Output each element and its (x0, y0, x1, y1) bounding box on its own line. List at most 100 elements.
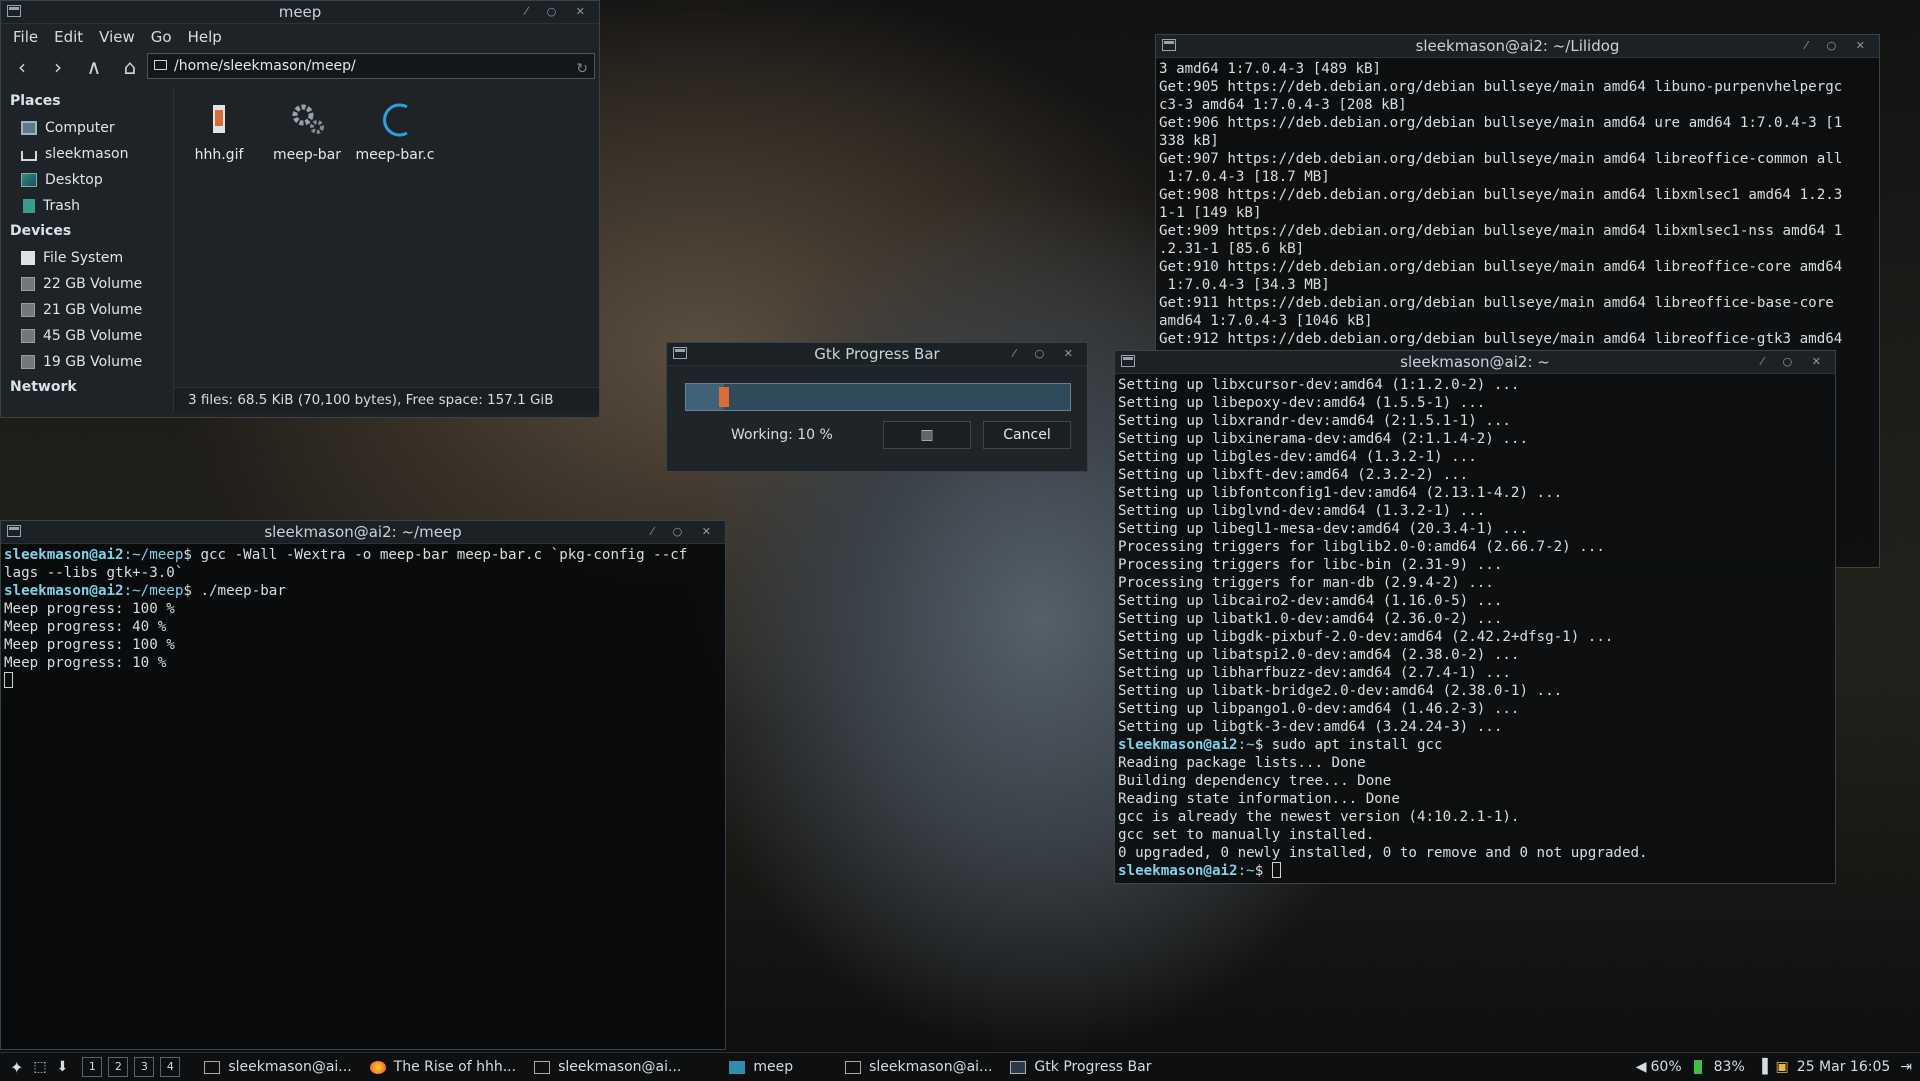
network-signal-icon[interactable]: ▐ (1757, 1059, 1768, 1075)
back-icon[interactable]: ‹ (11, 55, 33, 79)
output-line: Reading state information... Done (1118, 791, 1400, 807)
task-firefox[interactable]: The Rise of hhh... (369, 1059, 516, 1075)
file-item-meep-bar-c[interactable]: meep-bar.c (350, 99, 440, 163)
output-line: 3 amd64 1:7.0.4-3 [489 kB] (1159, 61, 1382, 77)
output-line: Processing triggers for libglib2.0-0:amd… (1118, 539, 1605, 555)
terminal-output[interactable]: Setting up libxcursor-dev:amd64 (1:1.2.0… (1115, 374, 1835, 882)
window-list-icon[interactable]: ⬚ (33, 1059, 46, 1075)
task-progress-dialog[interactable]: Gtk Progress Bar (1010, 1059, 1151, 1075)
prompt-path: :~/meep (123, 583, 184, 599)
fm-statusbar: 3 files: 68.5 KiB (70,100 bytes), Free s… (174, 387, 599, 411)
download-icon[interactable]: ⬇ (57, 1059, 69, 1075)
up-icon[interactable]: ∧ (83, 55, 105, 79)
sidebar-item-computer[interactable]: Computer (1, 115, 173, 141)
window-controls[interactable]: ⁄ ○ ✕ (1013, 343, 1081, 365)
info-button[interactable]: ▥ (883, 421, 971, 449)
window-controls[interactable]: ⁄ ○ ✕ (651, 521, 719, 543)
workspace-3[interactable]: 3 (134, 1057, 155, 1077)
output-line: Meep progress: 10 % (4, 655, 167, 671)
sidebar-item-volume-45[interactable]: 45 GB Volume (1, 323, 173, 349)
sidebar-item-volume-19[interactable]: 19 GB Volume (1, 349, 173, 375)
menu-go[interactable]: Go (151, 28, 172, 46)
sidebar-item-filesystem[interactable]: File System (1, 245, 173, 271)
dialog-titlebar[interactable]: Gtk Progress Bar ⁄ ○ ✕ (667, 343, 1087, 366)
progress-dialog[interactable]: Gtk Progress Bar ⁄ ○ ✕ Working: 10 % ▥ C… (666, 342, 1088, 472)
file-name: meep-bar.c (355, 147, 435, 163)
terminal-titlebar[interactable]: sleekmason@ai2: ~/Lilidog ⁄ ○ ✕ (1156, 35, 1879, 58)
output-line: Setting up libepoxy-dev:amd64 (1.5.5-1) … (1118, 395, 1486, 411)
task-terminal-3[interactable]: sleekmason@ai... (845, 1059, 992, 1075)
window-controls[interactable]: ⁄ ○ ✕ (1761, 351, 1829, 373)
file-name: hhh.gif (194, 147, 244, 163)
clock: 25 Mar 16:05 (1796, 1059, 1891, 1075)
terminal-output[interactable]: 3 amd64 1:7.0.4-3 [489 kB] Get:905 https:… (1156, 58, 1879, 368)
terminal-icon (1121, 355, 1135, 367)
taskbar: ✦ ⬚ ⬇ 1 2 3 4 sleekmason@ai... The Rise … (0, 1052, 1920, 1081)
sidebar-item-home[interactable]: sleekmason (1, 141, 173, 167)
task-terminal-1[interactable]: sleekmason@ai... (204, 1059, 352, 1075)
menu-help[interactable]: Help (188, 28, 222, 46)
workspace-2[interactable]: 2 (108, 1057, 129, 1077)
output-line: lags --libs gtk+-3.0` (4, 565, 184, 581)
prompt-cmd: $ sudo apt install gcc (1254, 737, 1443, 753)
file-manager-window[interactable]: meep ⁄ ○ ✕ File Edit View Go Help ‹ › ∧ … (0, 0, 600, 418)
file-item-meep-bar[interactable]: meep-bar (262, 99, 352, 163)
window-controls[interactable]: ⁄ ○ ✕ (1805, 35, 1873, 57)
menu-view[interactable]: View (99, 28, 135, 46)
terminal-window-meep[interactable]: sleekmason@ai2: ~/meep ⁄ ○ ✕ sleekmason@… (0, 520, 726, 1050)
location-bar[interactable]: /home/sleekmason/meep/ ↻ (147, 53, 595, 79)
terminal-titlebar[interactable]: sleekmason@ai2: ~ ⁄ ○ ✕ (1115, 351, 1835, 374)
window-icon (7, 5, 21, 17)
output-line: Reading package lists... Done (1118, 755, 1366, 771)
fm-menubar: File Edit View Go Help (1, 24, 599, 50)
output-line: Setting up libxft-dev:amd64 (2.3.2-2) ..… (1118, 467, 1469, 483)
forward-icon[interactable]: › (47, 55, 69, 79)
output-line: Setting up libxinerama-dev:amd64 (2:1.1.… (1118, 431, 1528, 447)
menu-edit[interactable]: Edit (54, 28, 83, 46)
reload-icon[interactable]: ↻ (576, 57, 588, 81)
cancel-button[interactable]: Cancel (983, 421, 1071, 449)
terminal-titlebar[interactable]: sleekmason@ai2: ~/meep ⁄ ○ ✕ (1, 521, 725, 544)
file-item-hhh-gif[interactable]: hhh.gif (174, 99, 264, 163)
prompt-cmd: $ gcc -Wall -Wextra -o meep-bar meep-bar… (183, 547, 688, 563)
prompt-line: sleekmason@ai2:~$ sudo apt install gcc (1118, 736, 1832, 754)
home-icon[interactable]: ⌂ (119, 55, 141, 79)
prompt-user: sleekmason@ai2 (1118, 737, 1238, 753)
terminal-icon (534, 1060, 551, 1074)
prompt-user: sleekmason@ai2 (4, 547, 124, 563)
network-heading: Network (10, 379, 77, 395)
menu-file[interactable]: File (13, 28, 38, 46)
sidebar-item-trash[interactable]: Trash (1, 193, 173, 219)
workspace-4[interactable]: 4 (160, 1057, 181, 1077)
task-terminal-2[interactable]: sleekmason@ai... (534, 1059, 681, 1075)
output-line: Setting up libatk1.0-dev:amd64 (2.36.0-2… (1118, 611, 1503, 627)
output-line: Setting up libegl1-mesa-dev:amd64 (20.3.… (1118, 521, 1528, 537)
output-line: Get:910 https://deb.debian.org/debian bu… (1159, 259, 1843, 275)
trash-icon (23, 199, 35, 213)
sidebar-item-desktop[interactable]: Desktop (1, 167, 173, 193)
fm-titlebar[interactable]: meep ⁄ ○ ✕ (1, 1, 599, 24)
output-line: 1:7.0.4-3 [18.7 MB] (1159, 169, 1330, 185)
devices-heading: Devices (10, 223, 72, 239)
fm-sidebar: Places Computer sleekmason Desktop Trash… (1, 89, 174, 411)
file-view[interactable]: hhh.gif meep-bar meep-bar.c (174, 89, 599, 385)
prompt-cmd: $ ./meep-bar (183, 583, 286, 599)
volume-icon[interactable]: ◀ (1636, 1059, 1647, 1075)
output-line: Processing triggers for libc-bin (2.31-9… (1118, 557, 1503, 573)
lock-icon[interactable]: ▣ (1776, 1059, 1789, 1075)
logout-icon[interactable]: ⇥ (1900, 1059, 1912, 1075)
workspace-1[interactable]: 1 (82, 1057, 103, 1077)
task-file-manager[interactable]: meep (729, 1059, 793, 1075)
progress-indicator (719, 387, 730, 407)
battery-icon[interactable] (1693, 1060, 1702, 1074)
terminal-output[interactable]: sleekmason@ai2 :~/meep $ gcc -Wall -Wextra… (1, 544, 725, 692)
output-line: amd64 1:7.0.4-3 [1046 kB] (1159, 313, 1373, 329)
drive-icon (21, 355, 35, 369)
output-line: Setting up libgles-dev:amd64 (1.3.2-1) .… (1118, 449, 1477, 465)
sidebar-item-volume-21[interactable]: 21 GB Volume (1, 297, 173, 323)
sidebar-item-volume-22[interactable]: 22 GB Volume (1, 271, 173, 297)
output-line: Get:905 https://deb.debian.org/debian bu… (1159, 79, 1843, 95)
terminal-window-home[interactable]: sleekmason@ai2: ~ ⁄ ○ ✕ Setting up libxc… (1114, 350, 1836, 884)
window-controls[interactable]: ⁄ ○ ✕ (525, 1, 593, 23)
app-menu-icon[interactable]: ✦ (10, 1058, 23, 1077)
